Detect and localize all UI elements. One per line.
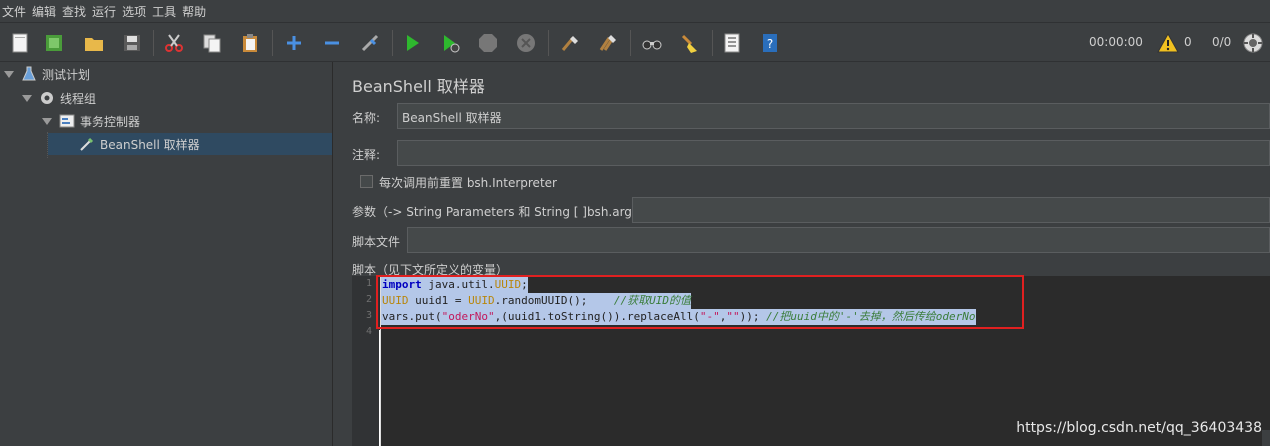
highlight-box (376, 275, 1024, 329)
templates-icon[interactable] (42, 31, 66, 55)
page-title: BeanShell 取样器 (352, 77, 485, 96)
copy-icon[interactable] (200, 31, 224, 55)
parameters-label: 参数（-> String Parameters 和 String [ ]bsh.… (352, 205, 651, 219)
line-number: 1 (365, 278, 372, 289)
watermark: https://blog.csdn.net/qq_36403438 (1016, 420, 1262, 436)
menu-help[interactable]: 帮助 (182, 3, 206, 20)
binoculars-icon[interactable] (640, 31, 664, 55)
open-icon[interactable] (82, 31, 106, 55)
name-field[interactable]: BeanShell 取样器 (397, 103, 1270, 129)
expand-triangle-icon[interactable] (22, 94, 32, 102)
line-number: 2 (365, 294, 372, 305)
save-icon[interactable] (120, 31, 144, 55)
parameters-field[interactable] (632, 197, 1270, 223)
tree-item-label: 线程组 (60, 91, 97, 106)
comment-field[interactable] (397, 140, 1270, 166)
remote-status-icon[interactable] (1241, 31, 1265, 55)
sampler-panel: BeanShell 取样器 名称: BeanShell 取样器 注释: 每次调用… (340, 62, 1270, 446)
splitter[interactable] (333, 62, 339, 446)
shutdown-icon[interactable] (514, 31, 538, 55)
reset-interpreter-checkbox[interactable] (360, 175, 373, 188)
menu-options[interactable]: 选项 (122, 3, 146, 20)
text-cursor (379, 330, 380, 446)
paste-icon[interactable] (238, 31, 262, 55)
clear-icon[interactable] (558, 31, 582, 55)
scrollbar[interactable] (1262, 430, 1270, 446)
start-no-pause-icon[interactable] (438, 31, 462, 55)
function-helper-icon[interactable] (720, 31, 744, 55)
name-label: 名称: (352, 111, 381, 125)
reset-interpreter-label: 每次调用前重置 bsh.Interpreter (379, 176, 557, 190)
stop-icon[interactable] (476, 31, 500, 55)
menu-edit[interactable]: 编辑 (32, 3, 56, 20)
tree-item-label: 事务控制器 (80, 114, 141, 129)
menu-file[interactable]: 文件 (2, 3, 26, 20)
new-icon[interactable] (8, 31, 32, 55)
menu-bar: 文件 编辑 查找 运行 选项 工具 帮助 (0, 0, 1270, 22)
broom-icon[interactable] (678, 31, 702, 55)
expand-triangle-icon[interactable] (4, 70, 14, 78)
tree-item-test-plan[interactable]: 测试计划 (4, 63, 324, 85)
expand-icon[interactable] (282, 31, 306, 55)
warning-count: 0 (1184, 35, 1192, 49)
menu-tools[interactable]: 工具 (152, 3, 176, 20)
line-number: 4 (365, 326, 372, 337)
pipette-icon (78, 135, 96, 153)
start-icon[interactable] (400, 31, 424, 55)
script-file-label: 脚本文件 (352, 235, 401, 249)
toggle-icon[interactable] (358, 31, 382, 55)
expand-triangle-icon[interactable] (42, 117, 52, 125)
flask-icon (20, 65, 38, 83)
cut-icon[interactable] (162, 31, 186, 55)
timer: 00:00:00 (1089, 35, 1143, 49)
gear-icon (38, 89, 56, 107)
tree-item-transaction-controller[interactable]: 事务控制器 (42, 110, 322, 132)
tree-item-label: 测试计划 (42, 67, 91, 82)
menu-run[interactable]: 运行 (92, 3, 116, 20)
svg-text:?: ? (767, 37, 773, 51)
tree-item-label: BeanShell 取样器 (100, 137, 200, 152)
collapse-icon[interactable] (320, 31, 344, 55)
tree-item-beanshell-sampler[interactable]: BeanShell 取样器 (48, 133, 332, 155)
tree-item-thread-group[interactable]: 线程组 (22, 87, 322, 109)
line-number: 3 (365, 310, 372, 321)
toolbar: ? 00:00:00 0 0/0 (0, 22, 1270, 62)
comment-label: 注释: (352, 148, 381, 162)
menu-search[interactable]: 查找 (62, 3, 86, 20)
test-plan-tree: 测试计划 线程组 事务控制器 BeanShell 取样器 (0, 62, 333, 446)
line-number-gutter: 1 2 3 4 (352, 276, 379, 446)
help-icon[interactable]: ? (758, 31, 782, 55)
thread-count: 0/0 (1212, 35, 1232, 49)
warning-icon[interactable] (1156, 31, 1180, 55)
script-file-field[interactable] (407, 227, 1270, 253)
clear-all-icon[interactable] (596, 31, 620, 55)
controller-icon (58, 112, 76, 130)
